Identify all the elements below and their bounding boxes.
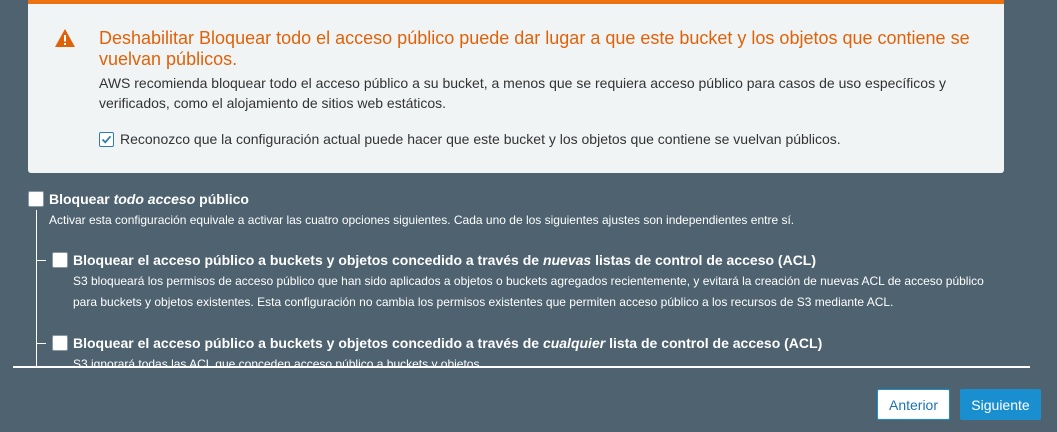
block-all-description: Activar esta configuración equivale a ac…	[49, 213, 795, 227]
block-new-acl-description: S3 bloqueará los permisos de acceso públ…	[73, 274, 984, 309]
checkmark-icon	[101, 135, 112, 144]
public-access-warning: Deshabilitar Bloquear todo el acceso púb…	[28, 0, 1004, 173]
block-all-label: Bloquear todo acceso público	[49, 191, 249, 207]
next-button[interactable]: Siguiente	[960, 389, 1041, 420]
previous-button[interactable]: Anterior	[877, 389, 950, 420]
block-any-acl-checkbox[interactable]	[52, 335, 68, 351]
tree-branch	[36, 343, 46, 344]
settings-scroll-area: Deshabilitar Bloquear todo el acceso púb…	[0, 0, 1057, 367]
tree-branch	[36, 260, 46, 261]
warning-triangle-icon	[54, 28, 76, 48]
block-any-acl-label: Bloquear el acceso público a buckets y o…	[73, 335, 823, 351]
acknowledge-label: Reconozco que la configuración actual pu…	[120, 131, 841, 147]
warning-body: AWS recomienda bloquear todo el acceso p…	[99, 75, 946, 111]
block-new-acl-option[interactable]: Bloquear el acceso público a buckets y o…	[52, 252, 816, 268]
block-all-checkbox[interactable]	[28, 191, 44, 207]
footer-divider	[13, 366, 1030, 368]
block-any-acl-option[interactable]: Bloquear el acceso público a buckets y o…	[52, 335, 822, 351]
warning-title: Deshabilitar Bloquear todo el acceso púb…	[99, 28, 970, 69]
acknowledge-checkbox[interactable]	[99, 131, 114, 147]
block-new-acl-checkbox[interactable]	[52, 252, 68, 268]
block-new-acl-label: Bloquear el acceso público a buckets y o…	[73, 252, 817, 268]
acknowledge-row[interactable]: Reconozco que la configuración actual pu…	[99, 131, 841, 147]
block-all-public-access-option[interactable]: Bloquear todo acceso público	[28, 191, 249, 207]
